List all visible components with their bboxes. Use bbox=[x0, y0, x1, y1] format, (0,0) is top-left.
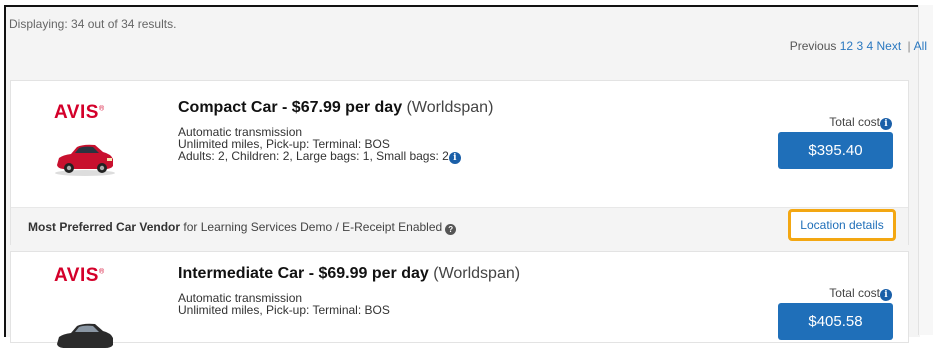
car-image bbox=[57, 323, 113, 348]
help-icon[interactable]: ? bbox=[445, 224, 457, 235]
avis-logo: AVIS® bbox=[54, 265, 105, 286]
pager-separator: | bbox=[907, 39, 911, 53]
info-icon[interactable]: i bbox=[880, 118, 892, 130]
avis-logo: AVIS® bbox=[54, 102, 105, 123]
info-icon[interactable]: i bbox=[448, 152, 461, 164]
total-cost-label: Total cost i bbox=[829, 115, 892, 130]
car-detail-occupancy: Adults: 2, Children: 2, Large bags: 1, S… bbox=[178, 150, 461, 164]
vendor-bar: Most Preferred Car Vendor for Learning S… bbox=[11, 207, 908, 245]
pager-previous[interactable]: Previous bbox=[790, 39, 837, 53]
location-details-button[interactable]: Location details bbox=[788, 209, 896, 241]
car-detail-miles: Unlimited miles, Pick-up: Terminal: BOS bbox=[178, 303, 390, 317]
info-icon[interactable]: i bbox=[880, 289, 892, 301]
pagination: Previous 12 3 4 Next | All bbox=[790, 39, 927, 53]
right-sidebar bbox=[918, 5, 933, 335]
car-result-card: AVIS® Compact Car - $67.99 per day (Worl… bbox=[10, 80, 909, 245]
pager-page-2[interactable]: 2 bbox=[846, 39, 853, 53]
car-title[interactable]: Compact Car - $67.99 per day (Worldspan) bbox=[178, 99, 493, 117]
preferred-vendor-text: Most Preferred Car Vendor for Learning S… bbox=[28, 220, 457, 235]
results-count: Displaying: 34 out of 34 results. bbox=[9, 17, 177, 31]
car-title[interactable]: Intermediate Car - $69.99 per day (World… bbox=[178, 265, 520, 283]
car-image bbox=[55, 144, 115, 176]
price-button[interactable]: $395.40 bbox=[778, 132, 893, 169]
car-result-card: AVIS® Intermediate Car - $69.99 per day … bbox=[10, 251, 909, 348]
pager-all[interactable]: All bbox=[914, 39, 927, 53]
total-cost-label: Total cost i bbox=[829, 286, 892, 301]
price-button[interactable]: $405.58 bbox=[778, 303, 893, 340]
pager-page-3[interactable]: 3 bbox=[856, 39, 863, 53]
pager-page-4[interactable]: 4 bbox=[866, 39, 873, 53]
pager-next[interactable]: Next bbox=[877, 39, 902, 53]
